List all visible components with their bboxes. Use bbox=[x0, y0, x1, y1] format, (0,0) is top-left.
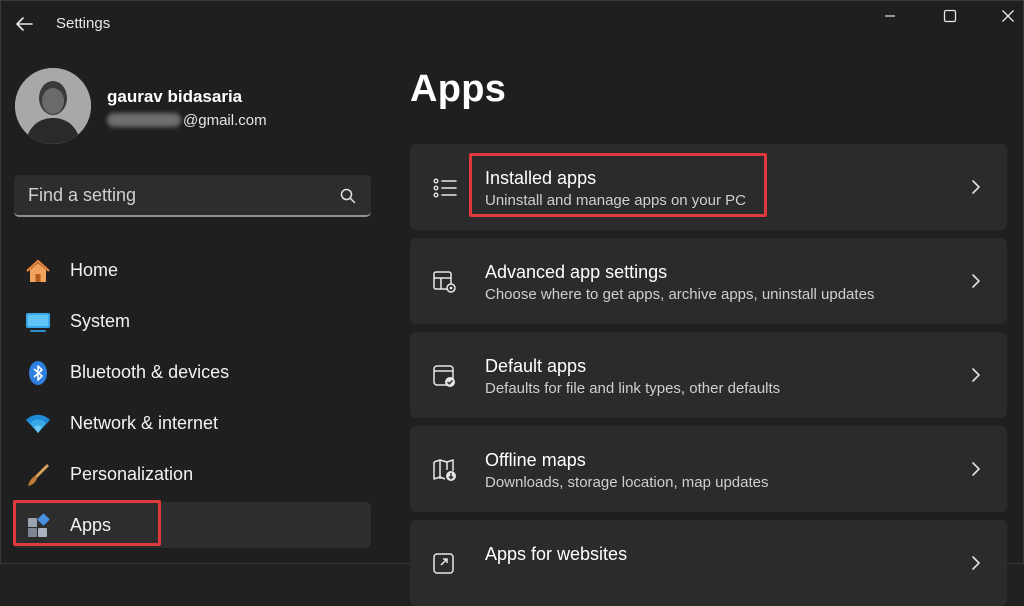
system-icon bbox=[26, 313, 50, 332]
card-description: Choose where to get apps, archive apps, … bbox=[485, 286, 875, 303]
search-input[interactable] bbox=[14, 175, 324, 215]
avatar[interactable] bbox=[15, 68, 91, 144]
card-apps-for-websites[interactable]: Apps for websites bbox=[410, 520, 1007, 606]
email-redaction bbox=[107, 113, 181, 127]
nav-label-network: Network & internet bbox=[70, 413, 219, 433]
card-description: Downloads, storage location, map updates bbox=[485, 474, 769, 491]
nav-item-network[interactable]: Network & internet bbox=[13, 400, 371, 446]
back-button[interactable] bbox=[9, 9, 39, 39]
chevron-right-icon bbox=[972, 180, 980, 194]
list-icon bbox=[433, 178, 457, 198]
settings-window: Settings gaurav bidasaria @gmail.com Fin… bbox=[0, 0, 1024, 606]
chevron-right-icon bbox=[972, 274, 980, 288]
card-title: Offline maps bbox=[485, 450, 586, 470]
page-title: Apps bbox=[410, 68, 507, 110]
highlight-box-apps bbox=[13, 500, 161, 546]
close-button[interactable] bbox=[985, 1, 1024, 31]
chevron-right-icon bbox=[972, 556, 980, 570]
back-arrow-icon bbox=[16, 17, 33, 31]
link-window-icon bbox=[433, 553, 454, 574]
wifi-icon bbox=[26, 414, 50, 433]
maximize-button[interactable] bbox=[927, 1, 973, 31]
card-default-apps[interactable]: Default apps Defaults for file and link … bbox=[410, 332, 1007, 418]
chevron-right-icon bbox=[972, 462, 980, 476]
map-icon bbox=[433, 459, 456, 481]
card-title: Default apps bbox=[485, 356, 587, 376]
chevron-right-icon bbox=[972, 368, 980, 382]
user-name: gaurav bidasaria bbox=[107, 87, 243, 106]
bluetooth-icon bbox=[29, 361, 47, 385]
minimize-icon bbox=[885, 15, 895, 17]
app-gear-icon bbox=[433, 271, 456, 293]
nav-item-system[interactable]: System bbox=[13, 298, 371, 344]
default-apps-icon bbox=[433, 365, 455, 387]
search-icon[interactable] bbox=[339, 187, 357, 205]
title-bar: Settings bbox=[1, 1, 1023, 47]
user-email: @gmail.com bbox=[107, 110, 267, 130]
card-title: Advanced app settings bbox=[485, 262, 668, 282]
search-box[interactable] bbox=[14, 175, 371, 217]
nav-item-bluetooth[interactable]: Bluetooth & devices bbox=[13, 349, 371, 395]
nav-label-system: System bbox=[70, 311, 131, 331]
avatar-photo-icon bbox=[15, 68, 91, 144]
nav-item-personalization[interactable]: Personalization bbox=[13, 451, 371, 497]
card-description: Defaults for file and link types, other … bbox=[485, 380, 781, 397]
nav-item-home[interactable]: Home bbox=[13, 247, 371, 293]
nav-label-home: Home bbox=[70, 260, 119, 280]
nav-label-bluetooth: Bluetooth & devices bbox=[70, 362, 230, 382]
brush-icon bbox=[28, 464, 49, 486]
email-domain: @gmail.com bbox=[183, 111, 267, 129]
home-icon bbox=[26, 259, 50, 282]
card-advanced-app-settings[interactable]: Advanced app settings Choose where to ge… bbox=[410, 238, 1007, 324]
window-title: Settings bbox=[56, 15, 111, 32]
minimize-button[interactable] bbox=[867, 1, 913, 31]
maximize-icon bbox=[943, 9, 957, 23]
card-title: Apps for websites bbox=[485, 544, 628, 564]
card-offline-maps[interactable]: Offline maps Downloads, storage location… bbox=[410, 426, 1007, 512]
nav-label-personalization: Personalization bbox=[70, 464, 194, 484]
close-icon bbox=[1002, 10, 1014, 22]
highlight-box-installed-apps bbox=[469, 153, 767, 217]
